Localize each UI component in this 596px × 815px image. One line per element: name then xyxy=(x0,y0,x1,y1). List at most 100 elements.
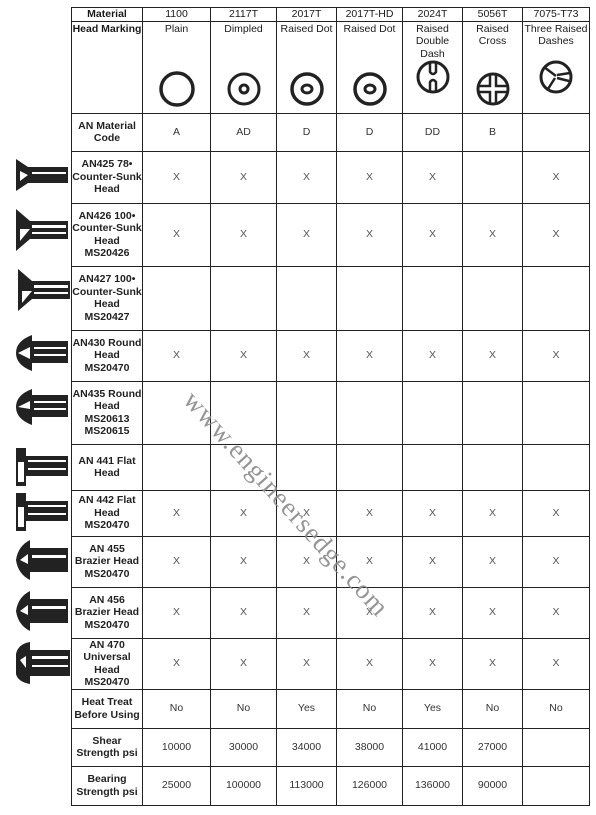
compatibility-cell: X xyxy=(210,489,277,537)
rivet-row: AN 442 Flat Head MS20470 X X X X X X X xyxy=(71,489,590,537)
head-marking-label-text: Head Marking xyxy=(72,22,142,35)
compatibility-cell: X xyxy=(336,586,403,639)
bearing-strength-cell xyxy=(522,765,590,806)
rivet-type-label: AN 456 Brazier Head MS20470 xyxy=(71,586,143,639)
material-code-cell: D xyxy=(336,112,403,152)
compatibility-cell: X xyxy=(142,202,211,267)
compatibility-cell: X xyxy=(142,586,211,639)
compatibility-cell: X xyxy=(336,202,403,267)
raised-cross-icon xyxy=(476,72,509,105)
heat-treat-cell: No xyxy=(462,688,523,729)
material-cell: 2017T-HD xyxy=(336,7,403,22)
material-code-label: AN Material Code xyxy=(71,112,143,152)
bearing-strength-label: Bearing Strength psi xyxy=(71,765,143,806)
compatibility-cell xyxy=(336,265,403,331)
dimpled-icon xyxy=(227,72,260,105)
compatibility-cell xyxy=(522,265,590,331)
compatibility-cell: X xyxy=(142,150,211,204)
compatibility-cell xyxy=(462,150,523,204)
countersunk-rivet-icon xyxy=(16,159,68,191)
material-row: Material 1100 2117T 2017T 2017T-HD 2024T… xyxy=(71,7,590,22)
compatibility-cell: X xyxy=(402,150,463,204)
shear-strength-label: Shear Strength psi xyxy=(71,727,143,767)
shear-strength-cell: 27000 xyxy=(462,727,523,767)
compatibility-cell: X xyxy=(210,202,277,267)
compatibility-cell: X xyxy=(462,202,523,267)
compatibility-cell xyxy=(210,265,277,331)
rivet-row: AN426 100• Counter-Sunk Head MS20426 X X X X… xyxy=(71,202,590,267)
bearing-strength-cell: 126000 xyxy=(336,765,403,806)
rivet-row: AN430 Round Head MS20470 X X X X X X X xyxy=(71,329,590,382)
compatibility-cell: X xyxy=(522,535,590,588)
flat-head-rivet-icon xyxy=(16,448,68,486)
rivet-type-label: AN 442 Flat Head MS20470 xyxy=(71,489,143,537)
compatibility-cell: X xyxy=(462,637,523,690)
flat-head-rivet-icon xyxy=(16,493,68,531)
shear-strength-cell: 10000 xyxy=(142,727,211,767)
head-marking-cell: Raised Dot xyxy=(276,20,337,114)
material-cell: 5056T xyxy=(462,7,523,22)
compatibility-cell: X xyxy=(522,489,590,537)
material-code-cell xyxy=(522,112,590,152)
compatibility-cell xyxy=(276,380,337,445)
heat-treat-row: Heat Treat Before Using No No Yes No Yes… xyxy=(71,688,590,729)
compatibility-cell: X xyxy=(462,535,523,588)
round-head-rivet-icon xyxy=(16,389,68,425)
compatibility-cell xyxy=(336,380,403,445)
rivet-row: AN 441 Flat Head xyxy=(71,443,590,491)
rivet-row: AN435 Round Head MS20613 MS20615 xyxy=(71,380,590,445)
compatibility-cell: X xyxy=(522,150,590,204)
rivet-row: AN 455 Brazier Head MS20470 X X X X X X X xyxy=(71,535,590,588)
material-cell: 1100 xyxy=(142,7,211,22)
head-marking-name: Raised Cross xyxy=(476,22,509,48)
compatibility-cell: X xyxy=(522,202,590,267)
compatibility-cell xyxy=(522,380,590,445)
compatibility-cell: X xyxy=(210,150,277,204)
compatibility-cell xyxy=(142,380,211,445)
head-marking-cell: Raised Cross xyxy=(462,20,523,114)
material-cell: 2017T xyxy=(276,7,337,22)
shear-strength-cell: 30000 xyxy=(210,727,277,767)
compatibility-cell xyxy=(462,265,523,331)
rivet-type-label: AN 470 Universal Head MS20470 xyxy=(71,637,143,690)
compatibility-cell: X xyxy=(210,586,277,639)
rivet-type-label: AN427 100• Counter-Sunk Head MS20427 xyxy=(71,265,143,331)
head-marking-row: Head Marking Plain Dimpled Raised Dot Ra… xyxy=(71,20,590,114)
rivet-type-label: AN425 78• Counter-Sunk Head xyxy=(71,150,143,204)
material-code-cell: D xyxy=(276,112,337,152)
head-marking-cell: Raised Double Dash xyxy=(402,20,463,114)
shear-strength-cell: 41000 xyxy=(402,727,463,767)
round-head-rivet-icon xyxy=(16,335,68,371)
raised-dot-icon xyxy=(289,71,324,106)
head-marking-name: Plain xyxy=(164,22,189,35)
compatibility-cell xyxy=(402,265,463,331)
compatibility-cell: X xyxy=(276,202,337,267)
compatibility-cell: X xyxy=(210,637,277,690)
compatibility-cell: X xyxy=(336,489,403,537)
rivet-type-label: AN430 Round Head MS20470 xyxy=(71,329,143,382)
head-marking-cell: Dimpled xyxy=(210,20,277,114)
compatibility-cell xyxy=(142,443,211,491)
compatibility-cell: X xyxy=(276,329,337,382)
bearing-strength-cell: 113000 xyxy=(276,765,337,806)
bearing-strength-cell: 136000 xyxy=(402,765,463,806)
bearing-strength-cell: 25000 xyxy=(142,765,211,806)
rivet-type-label: AN426 100• Counter-Sunk Head MS20426 xyxy=(71,202,143,267)
compatibility-cell: X xyxy=(402,586,463,639)
compatibility-cell xyxy=(522,443,590,491)
compatibility-cell xyxy=(402,380,463,445)
rivet-type-label: AN 455 Brazier Head MS20470 xyxy=(71,535,143,588)
compatibility-cell: X xyxy=(402,329,463,382)
rivet-row: AN425 78• Counter-Sunk Head X X X X X X xyxy=(71,150,590,204)
heat-treat-cell: No xyxy=(210,688,277,729)
compatibility-cell: X xyxy=(142,535,211,588)
compatibility-cell: X xyxy=(142,329,211,382)
bearing-strength-row: Bearing Strength psi 25000 100000 113000… xyxy=(71,765,590,806)
compatibility-cell: X xyxy=(402,535,463,588)
material-cell: 7075-T73 xyxy=(522,7,590,22)
compatibility-cell: X xyxy=(276,150,337,204)
heat-treat-cell: No xyxy=(336,688,403,729)
rivet-row: AN 456 Brazier Head MS20470 X X X X X X X xyxy=(71,586,590,639)
compatibility-cell: X xyxy=(402,202,463,267)
head-marking-name: Raised Dot xyxy=(280,22,333,35)
